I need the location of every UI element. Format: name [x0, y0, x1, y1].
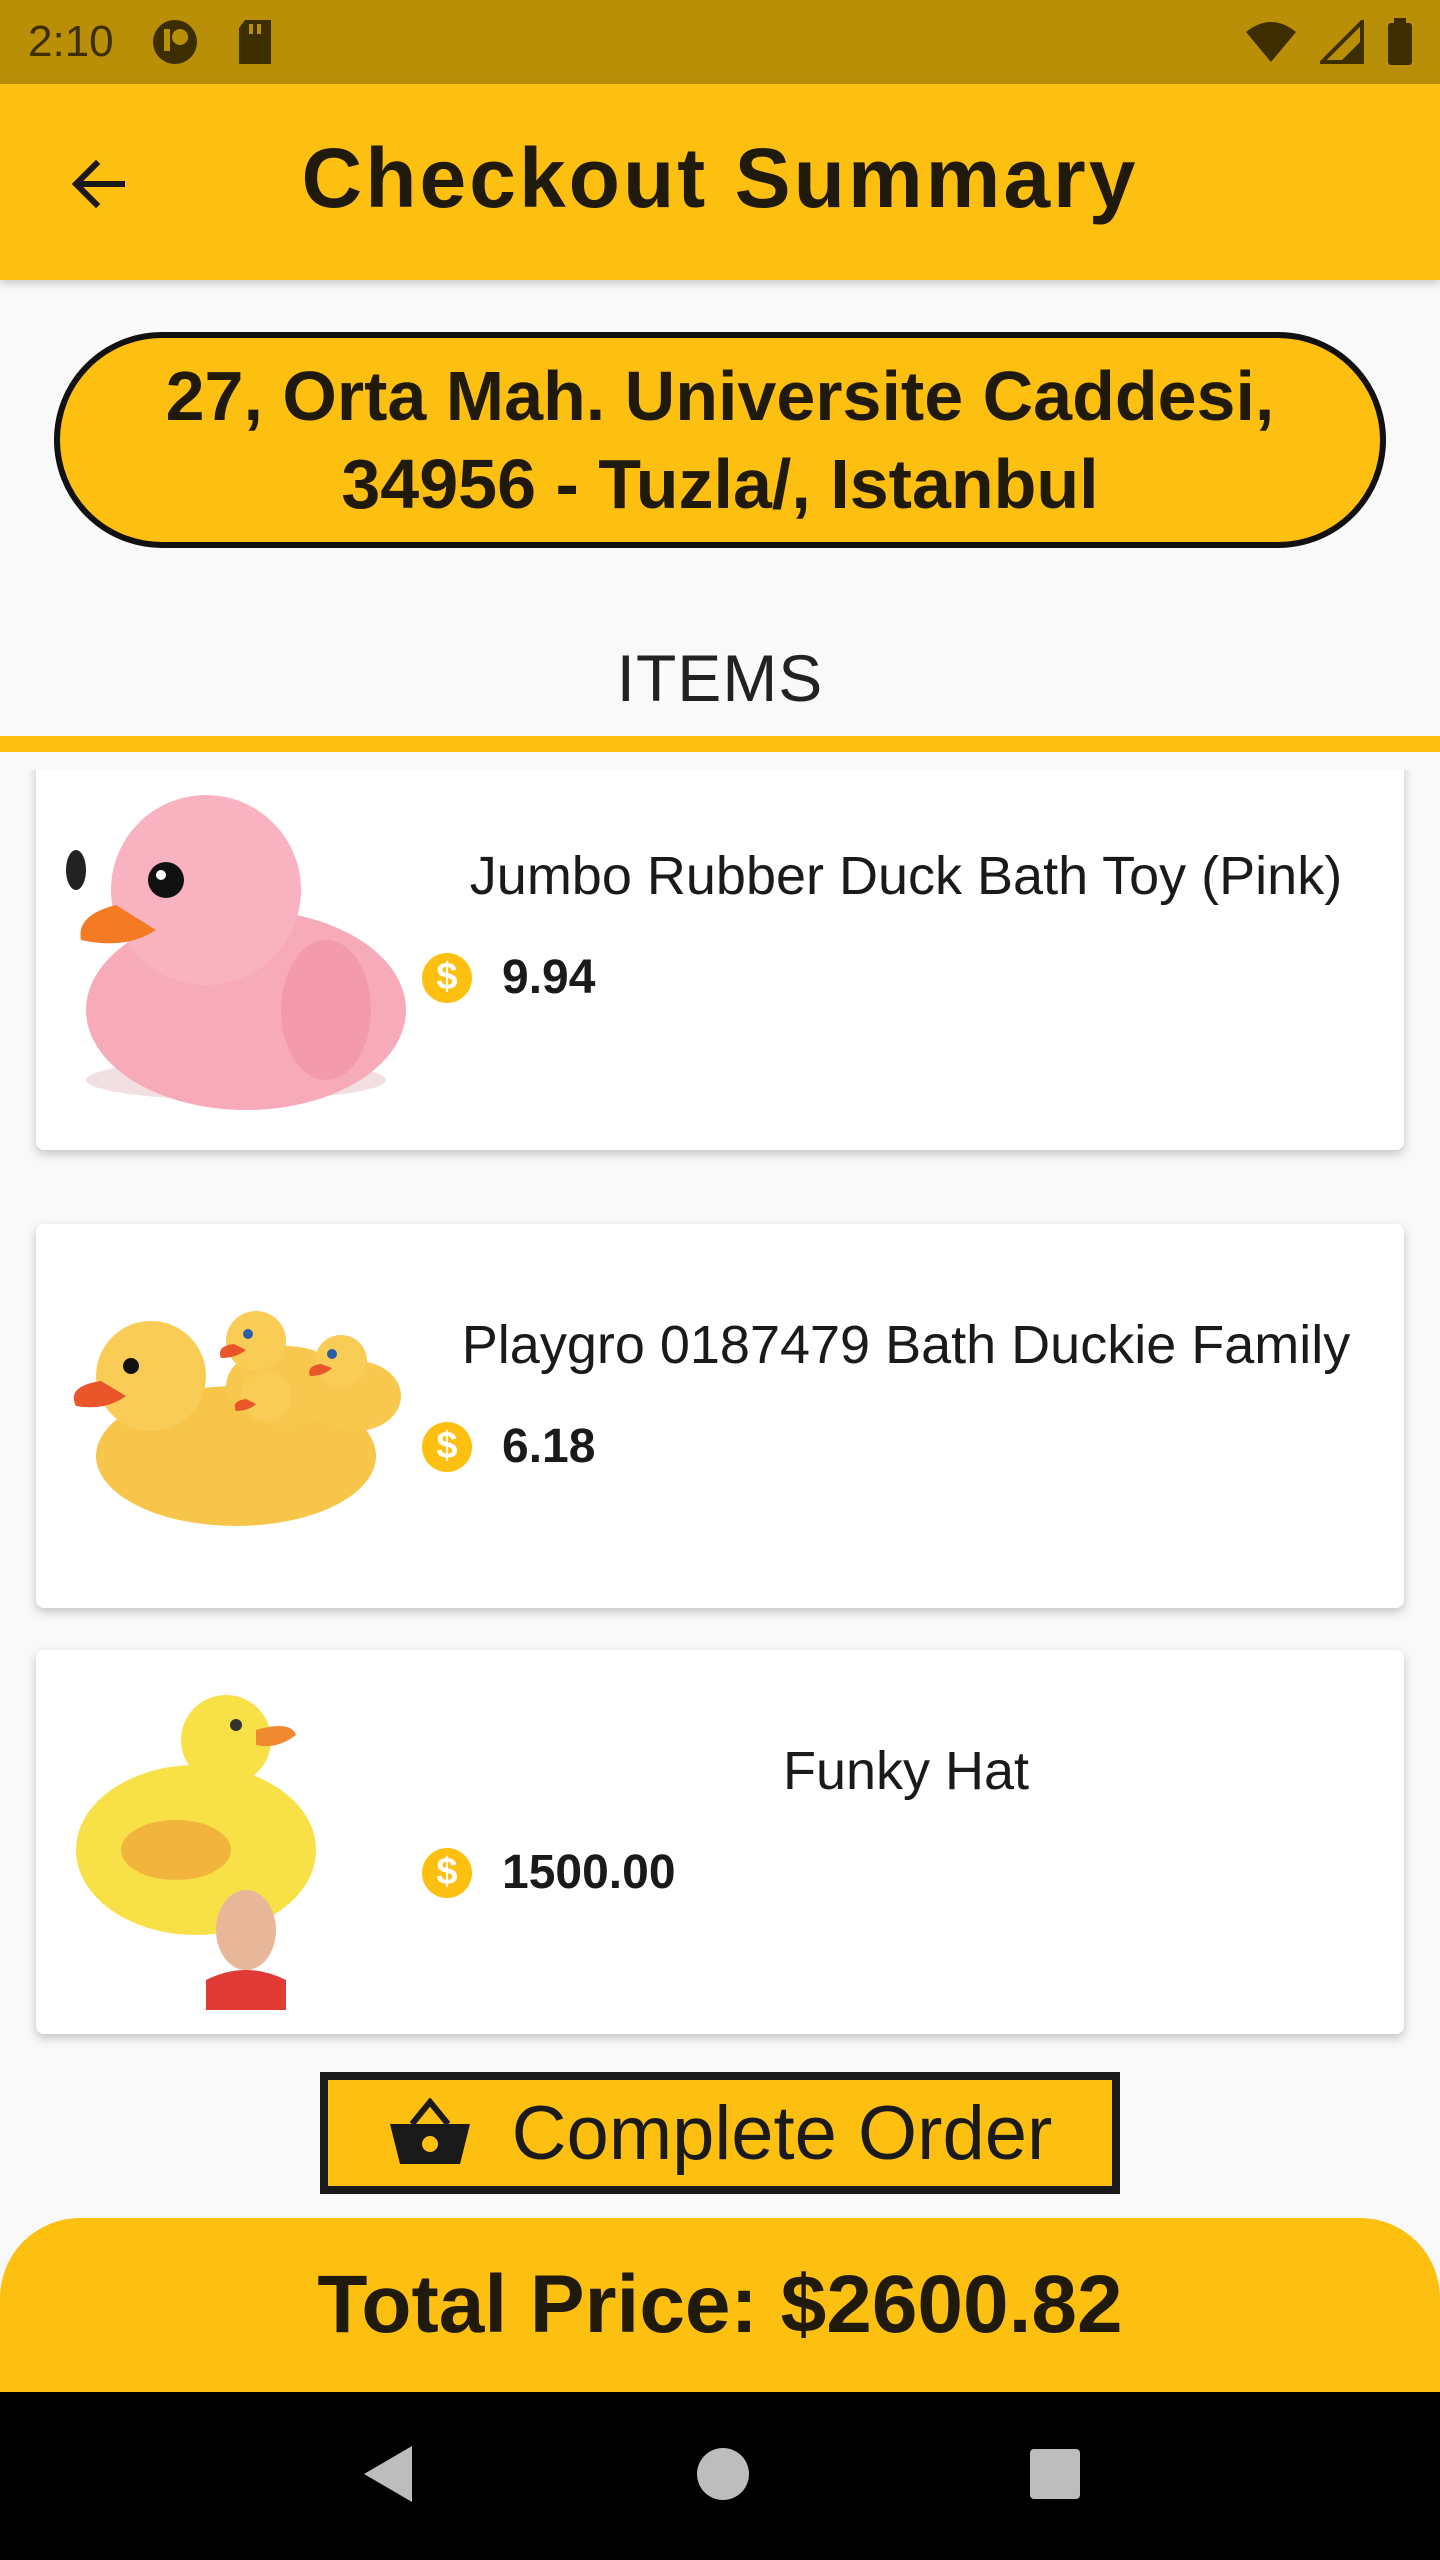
shopping-basket-icon — [389, 2098, 470, 2164]
battery-icon — [1386, 18, 1414, 71]
circle-home-icon — [696, 2447, 749, 2500]
app-notification-icon — [150, 17, 200, 67]
nav-recents-button[interactable] — [1028, 2447, 1082, 2506]
item-name: Jumbo Rubber Duck Bath Toy (Pink) — [469, 846, 1343, 906]
address-line-2: 34956 - Tuzla/, Istanbul — [341, 445, 1099, 523]
sd-card-icon — [230, 17, 280, 67]
pink-duck-image — [56, 780, 416, 1120]
item-name: Funky Hat — [782, 1741, 1030, 1801]
duck-hat-image — [56, 1680, 416, 2020]
status-bar: 2:10 — [0, 0, 1440, 84]
list-item[interactable]: Jumbo Rubber Duck Bath Toy (Pink) $ 9.94 — [36, 770, 1404, 1150]
dollar-coin-icon: $ — [422, 952, 472, 1003]
item-price: $ 1500.00 — [422, 1845, 676, 1900]
status-time: 2:10 — [28, 17, 114, 66]
nav-back-button[interactable] — [358, 2442, 418, 2511]
page-title: Checkout Summary — [301, 131, 1139, 225]
app-bar: Checkout Summary — [0, 84, 1440, 280]
item-price: $ 6.18 — [422, 1419, 595, 1474]
item-price-value: 6.18 — [502, 1420, 596, 1473]
list-item[interactable]: Playgro 0187479 Bath Duckie Family $ 6.1… — [36, 1224, 1404, 1608]
tab-items-label: ITEMS — [616, 641, 824, 715]
total-price: Total Price: $2600.82 — [317, 2259, 1123, 2350]
square-recents-icon — [1029, 2448, 1080, 2499]
dollar-coin-icon: $ — [422, 1421, 472, 1472]
complete-order-button[interactable]: Complete Order — [320, 2072, 1120, 2194]
complete-order-label: Complete Order — [511, 2090, 1053, 2176]
item-price-value: 1500.00 — [502, 1846, 676, 1899]
address-line-1: 27, Orta Mah. Universite Caddesi, — [165, 357, 1275, 435]
list-item[interactable]: Funky Hat $ 1500.00 — [36, 1650, 1404, 2034]
triangle-back-icon — [364, 2445, 413, 2502]
item-price: $ 9.94 — [422, 950, 595, 1005]
wifi-icon — [1244, 20, 1298, 69]
item-price-value: 9.94 — [502, 951, 596, 1004]
dollar-coin-icon: $ — [422, 1847, 472, 1898]
tab-items[interactable]: ITEMS — [0, 620, 1440, 750]
tab-indicator — [0, 736, 1440, 752]
system-nav-bar — [0, 2392, 1440, 2560]
delivery-address[interactable]: 27, Orta Mah. Universite Caddesi, 34956 … — [54, 332, 1386, 548]
total-price-bar: Total Price: $2600.82 — [0, 2218, 1440, 2392]
cell-signal-icon — [1317, 17, 1364, 69]
item-name: Playgro 0187479 Bath Duckie Family — [461, 1315, 1351, 1375]
duck-family-image — [56, 1246, 416, 1586]
nav-home-button[interactable] — [695, 2446, 751, 2507]
item-list[interactable]: Jumbo Rubber Duck Bath Toy (Pink) $ 9.94 — [0, 770, 1440, 2050]
